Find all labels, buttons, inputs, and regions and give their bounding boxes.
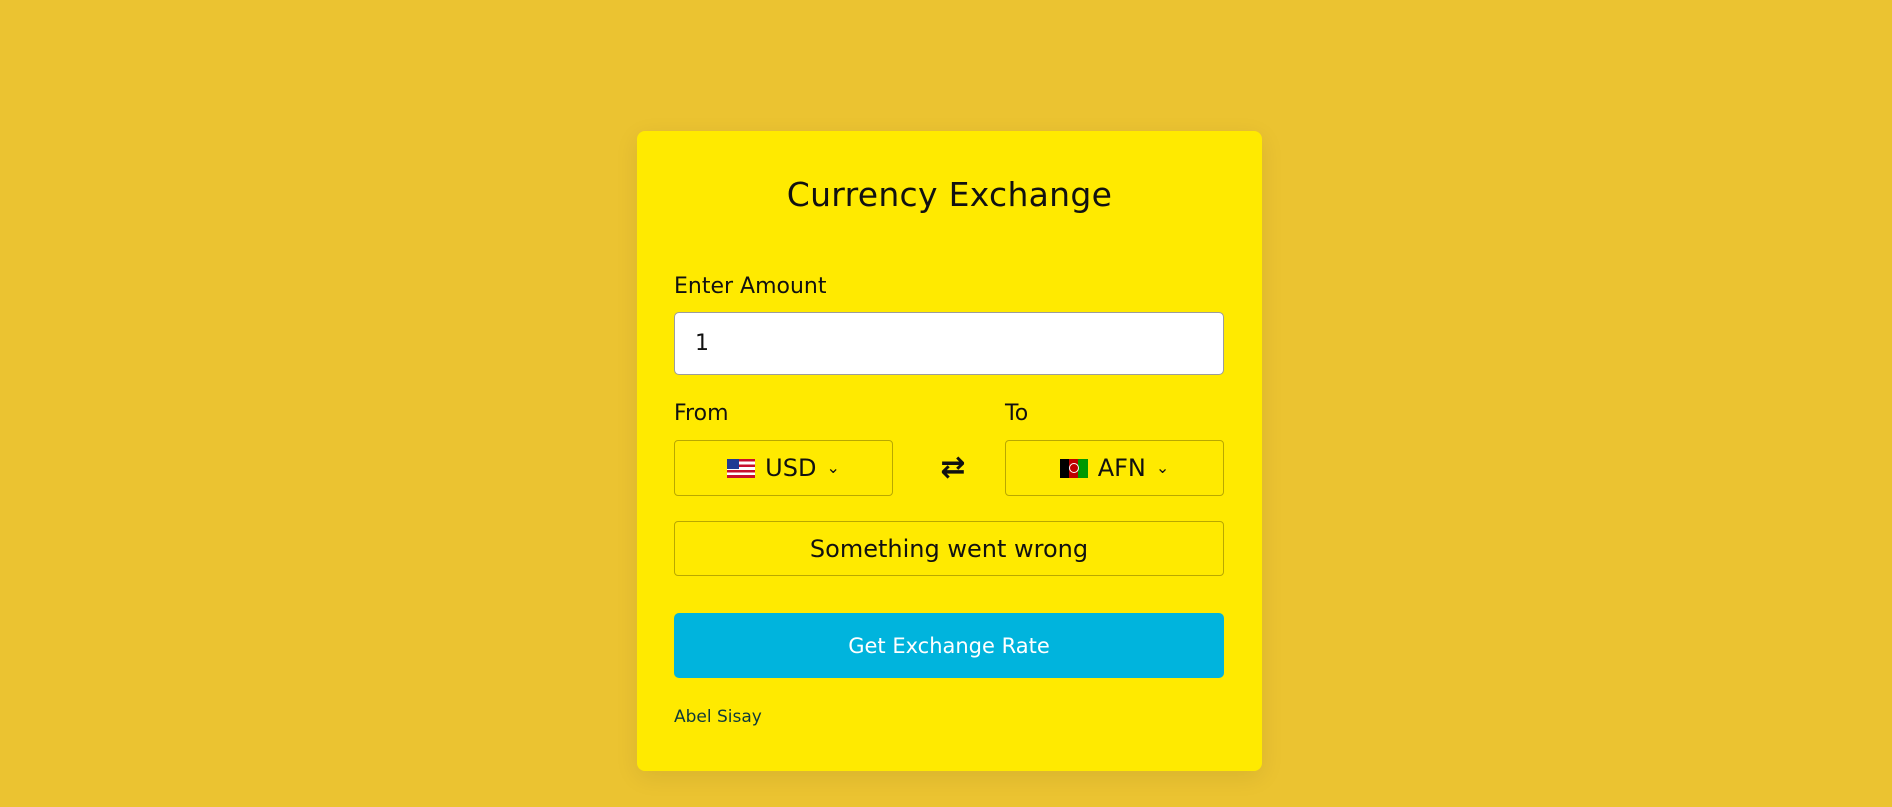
chevron-down-icon: ⌄ [826,457,840,477]
from-label: From [674,401,729,426]
us-flag-icon [727,458,756,478]
to-label: To [1005,401,1029,426]
exchange-card: Currency Exchange Enter Amount From To U… [637,131,1262,771]
to-currency-select[interactable]: AFN ⌄ [1005,440,1224,496]
af-flag-icon [1059,458,1088,478]
from-currency-value: USD [765,454,817,482]
from-currency-select[interactable]: USD ⌄ [674,440,893,496]
page-title: Currency Exchange [786,175,1113,214]
to-currency-value: AFN [1097,454,1146,482]
amount-label: Enter Amount [674,274,827,299]
author-link[interactable]: Abel Sisay [674,707,762,727]
get-exchange-rate-button[interactable]: Get Exchange Rate [674,613,1224,678]
exchange-rate-message: Something went wrong [674,521,1224,576]
amount-input[interactable] [674,312,1224,375]
chevron-down-icon: ⌄ [1155,457,1170,477]
swap-icon[interactable]: ⇄ [935,447,971,487]
